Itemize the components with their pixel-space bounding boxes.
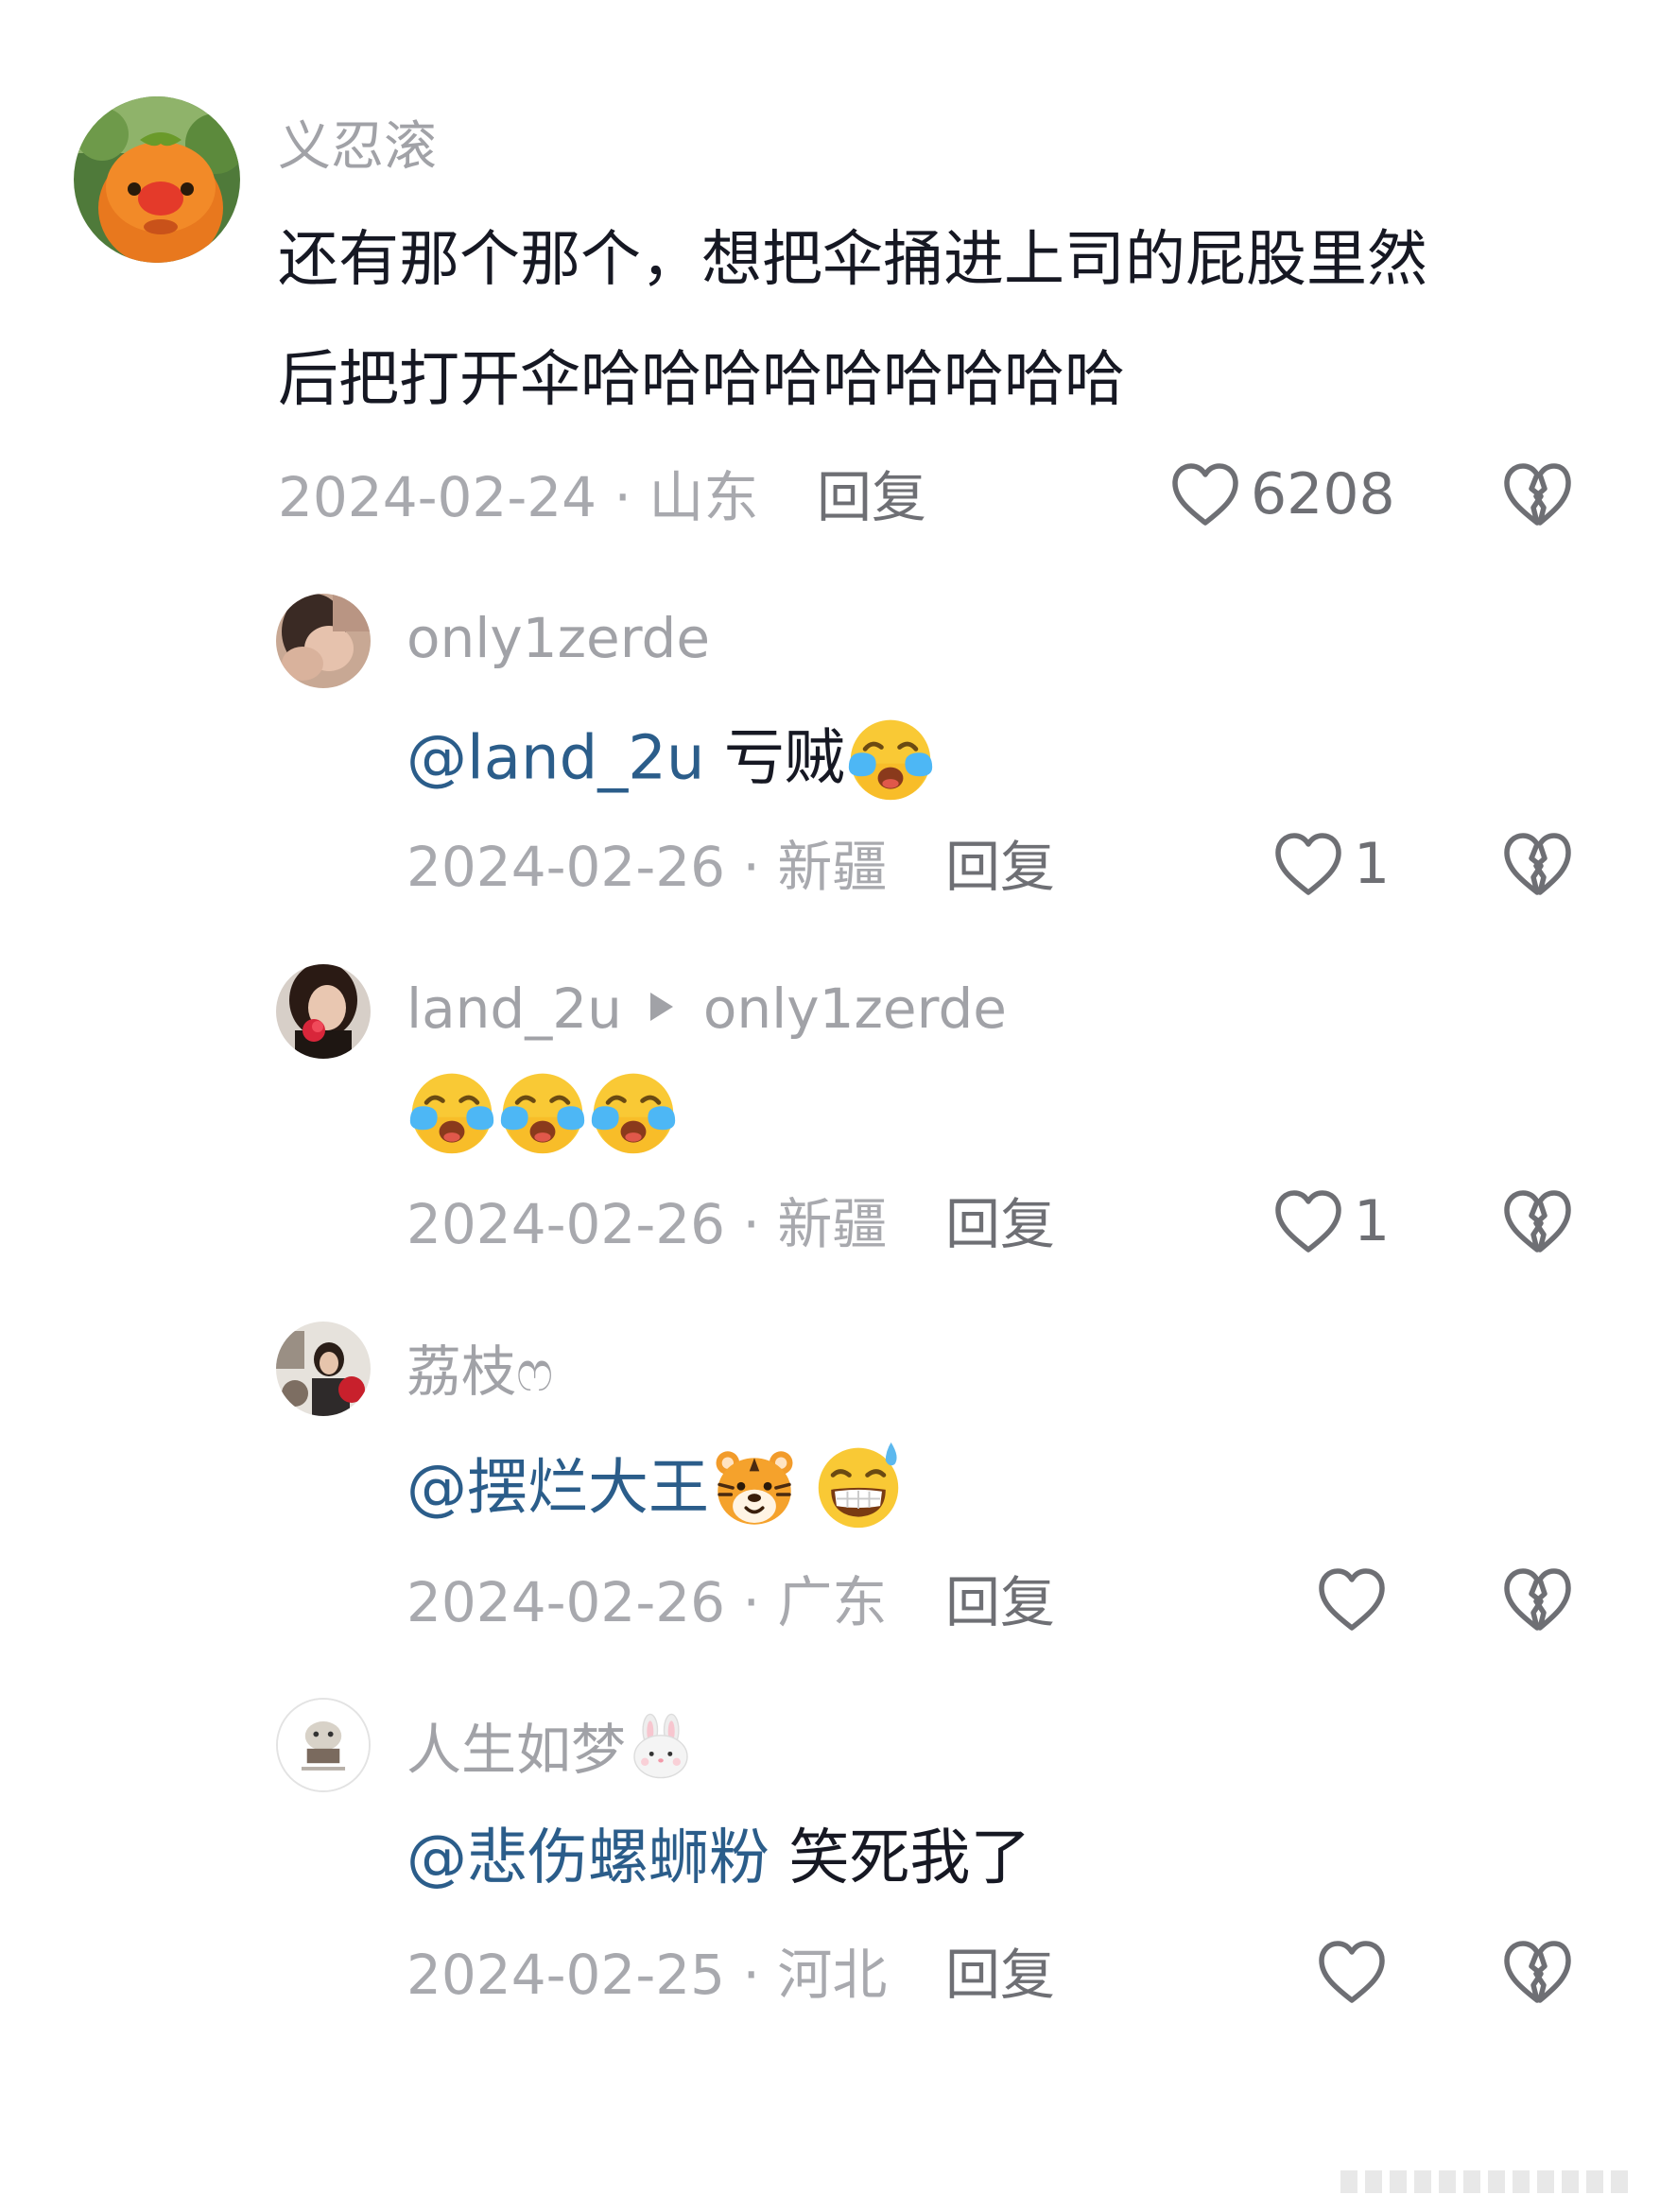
main-comment-text-line2: 后把打开伞哈哈哈哈哈哈哈哈哈 [278,345,1125,415]
like-count: 6208 [1251,461,1395,527]
reply-text: @摆烂大王 [406,1446,904,1537]
comment-location: 河北 [777,1943,888,2007]
comment-date: 2024-02-24 [278,465,597,529]
loudly-crying-face-icon [588,1066,679,1157]
reply-button[interactable]: 回复 [945,1947,1055,2002]
mention-link[interactable]: @摆烂大王 [406,1454,709,1524]
broken-heart-icon [1501,460,1573,528]
main-comment-meta: 2024-02-24 · 山东 [278,470,758,525]
loudly-crying-face-icon [406,1066,497,1157]
reply-button[interactable]: 回复 [945,1197,1055,1252]
reply-text: @悲伤螺蛳粉 笑死我了 [406,1828,1030,1889]
reply-username[interactable]: land_2u [406,976,622,1041]
like-button[interactable]: 1 [1272,830,1390,898]
main-comment-text-line1: 还有那个那个，想把伞捅进上司的屁股里然 [278,225,1427,295]
reply-username[interactable]: 人生如梦 [406,1718,626,1782]
reply-username[interactable]: 荔枝ෆ [406,1344,553,1399]
reply-username-row: 人生如梦 [406,1720,694,1787]
like-button[interactable]: 1 [1272,1187,1390,1255]
like-count: 1 [1354,1188,1391,1254]
comment-location: 广东 [777,1570,888,1634]
reply-username[interactable]: only1zerde [406,611,710,665]
reply-username-row: land_2u only1zerde [406,981,1007,1036]
comment-date: 2024-02-26 [406,1192,726,1256]
meta-separator: · [742,1570,778,1634]
watermark [1151,2157,1643,2204]
reply-meta: 2024-02-25 · 河北 [406,1947,887,2002]
mention-link[interactable]: @land_2u [406,724,704,794]
dislike-button[interactable] [1501,830,1573,898]
dislike-button[interactable] [1501,1187,1573,1255]
like-count: 1 [1354,831,1391,897]
reply-text [406,1066,679,1157]
dislike-button[interactable] [1501,1565,1573,1633]
avatar-reply-user[interactable] [276,594,371,688]
like-button[interactable] [1316,1565,1388,1633]
meta-separator: · [742,835,778,899]
reply-meta: 2024-02-26 · 广东 [406,1575,887,1630]
heart-icon [1316,1565,1388,1633]
reply-text-body: 笑死我了 [769,1823,1031,1893]
comment-location: 山东 [648,465,759,529]
rabbit-face-icon [628,1713,694,1779]
grinning-sweat-face-icon [813,1441,904,1531]
comment-location: 新疆 [777,1192,888,1256]
meta-separator: · [614,465,649,529]
reply-meta: 2024-02-26 · 新疆 [406,1197,887,1252]
main-comment-username[interactable]: 义忍滚 [278,121,437,174]
reply-button[interactable]: 回复 [945,839,1055,894]
meta-separator: · [742,1192,778,1256]
reply-to-username[interactable]: only1zerde [703,976,1007,1041]
dislike-button[interactable] [1501,1938,1573,2006]
heart-icon [1272,830,1344,898]
tiger-face-icon [713,1446,796,1529]
meta-separator: · [742,1943,778,2007]
loudly-crying-face-icon [497,1066,588,1157]
broken-heart-icon [1501,1565,1573,1633]
heart-icon [1272,1187,1344,1255]
like-button[interactable]: 6208 [1169,460,1395,528]
avatar-reply-user[interactable] [276,1322,371,1416]
reply-meta: 2024-02-26 · 新疆 [406,839,887,894]
heart-icon [1316,1938,1388,2006]
avatar-reply-user[interactable] [276,964,371,1059]
broken-heart-icon [1501,1187,1573,1255]
reply-text-body: 亏贼 [704,723,845,794]
comment-location: 新疆 [777,835,888,899]
reply-button[interactable]: 回复 [817,470,926,525]
comment-date: 2024-02-26 [406,1570,726,1634]
comment-date: 2024-02-26 [406,835,726,899]
broken-heart-icon [1501,830,1573,898]
avatar-main-user[interactable] [74,96,240,263]
reply-arrow-icon [649,992,673,1021]
loudly-crying-face-icon [845,713,936,804]
reply-text: @land_2u 亏贼 [406,717,936,807]
reply-button[interactable]: 回复 [945,1575,1055,1630]
heart-icon [1169,460,1241,528]
mention-link[interactable]: @悲伤螺蛳粉 [406,1823,769,1893]
comment-date: 2024-02-25 [406,1943,726,2007]
avatar-reply-user[interactable] [276,1698,371,1792]
broken-heart-icon [1501,1938,1573,2006]
like-button[interactable] [1316,1938,1388,2006]
dislike-button[interactable] [1501,460,1573,528]
